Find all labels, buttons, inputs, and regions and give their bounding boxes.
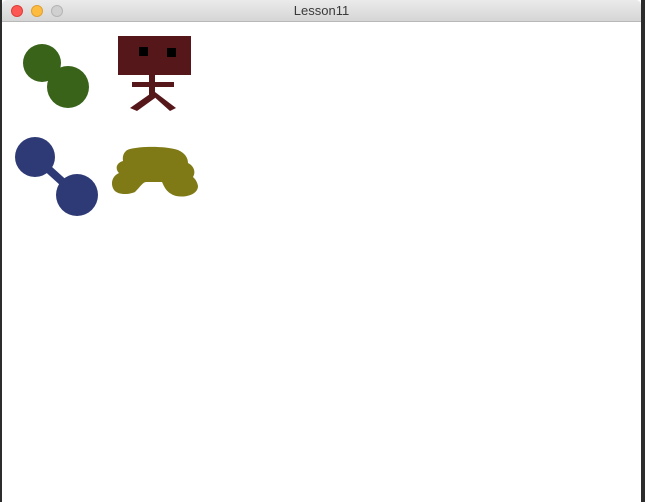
window-title: Lesson11 xyxy=(293,3,350,18)
robot-right-leg xyxy=(151,92,176,111)
drawing-canvas xyxy=(2,22,641,502)
robot-head xyxy=(118,36,191,75)
robot-left-eye xyxy=(139,47,148,56)
robot-left-leg xyxy=(130,94,155,111)
robot-figure xyxy=(118,36,191,111)
green-dumbbell-shape xyxy=(23,44,89,108)
blue-dumbbell-shape xyxy=(15,137,98,216)
app-window: Lesson11 xyxy=(0,0,645,502)
title-bar[interactable]: Lesson11 xyxy=(2,0,641,22)
robot-arms xyxy=(132,82,174,87)
canvas-svg xyxy=(15,36,198,216)
olive-cloud-shape xyxy=(111,146,198,197)
robot-right-eye xyxy=(167,48,176,57)
